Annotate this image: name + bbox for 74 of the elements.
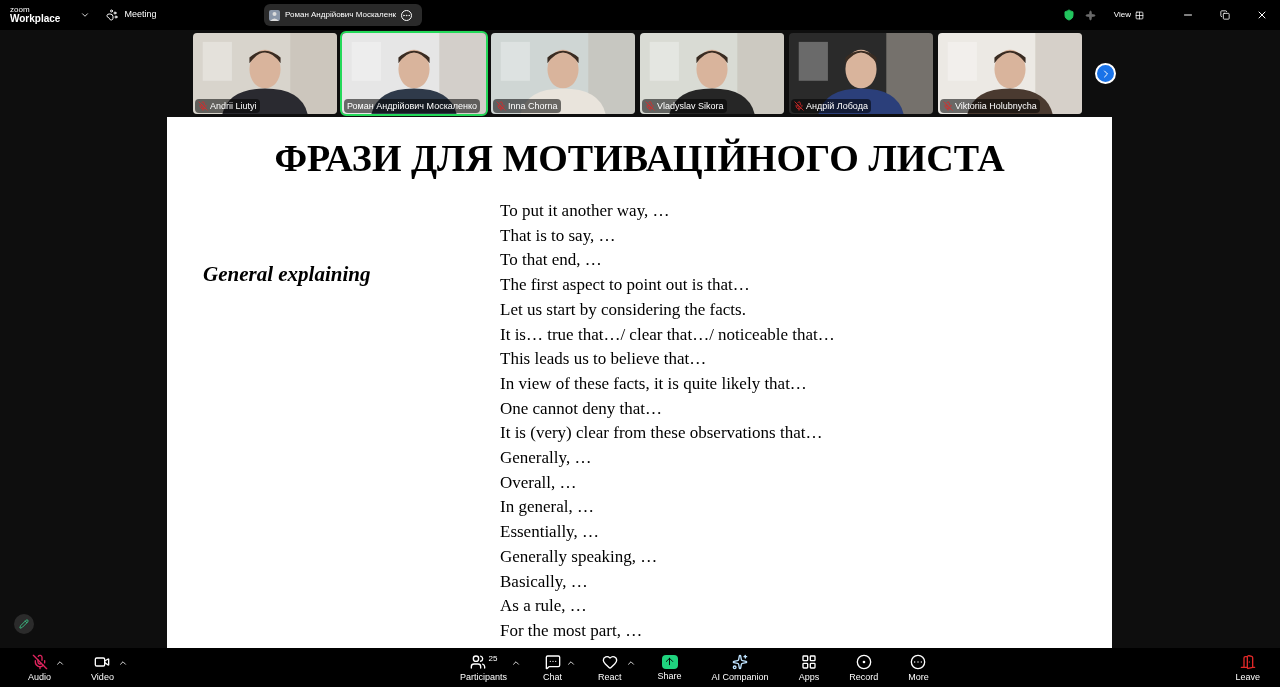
sparkle-icon[interactable]: [1084, 9, 1096, 21]
chevron-down-icon[interactable]: [80, 10, 91, 20]
record-icon: [855, 653, 872, 670]
phrase-line: Generally, …: [500, 447, 593, 470]
name-label: Андрій Лобода: [791, 99, 871, 113]
slide-title: ФРАЗИ ДЛЯ МОТИВАЦІЙНОГО ЛИСТА: [273, 139, 1006, 177]
name-label: Viktoriia Holubnycha: [940, 99, 1040, 113]
participant-tile[interactable]: Андрій Лобода: [787, 31, 935, 116]
shield-check-icon[interactable]: [1062, 9, 1075, 21]
toolbar-button[interactable]: Video: [83, 648, 122, 687]
toolbar-button[interactable]: Record: [841, 648, 887, 687]
app-logo: zoom Workplace: [10, 6, 61, 24]
phrase-line: Let us start by considering the facts.: [500, 298, 747, 321]
toolbar-button[interactable]: More: [900, 648, 937, 687]
more-icon: [910, 653, 927, 670]
pencil-icon: [19, 619, 29, 629]
active-speaker-name: Роман Андрійович Москаленк: [285, 9, 397, 21]
toolbar-button[interactable]: React: [590, 648, 630, 687]
toolbar-button[interactable]: AI Companion: [703, 648, 777, 687]
phrase-line: In view of these facts, it is quite likely that…: [500, 372, 808, 395]
next-page-button[interactable]: [1095, 63, 1116, 84]
name-label: Роман Андрійович Москаленко: [344, 99, 481, 113]
meeting-label[interactable]: Meeting: [124, 8, 157, 22]
toolbar-button[interactable]: Audio: [20, 648, 60, 687]
people-icon: [469, 653, 486, 670]
caret-icon[interactable]: [566, 658, 577, 668]
heart-icon: [601, 653, 618, 670]
phrase-line: In general, …: [500, 496, 595, 519]
phrase-line: Basically, …: [500, 570, 589, 593]
sparkle-icon: [732, 653, 749, 670]
participant-tile[interactable]: Vladyslav Sikora: [638, 31, 786, 116]
exit-door-icon: [1239, 653, 1256, 670]
caret-icon[interactable]: [117, 658, 128, 668]
participant-tile[interactable]: Viktoriia Holubnycha: [936, 31, 1084, 116]
phrase-line: It is… true that…/ clear that…/ noticeable that…: [500, 323, 835, 346]
toolbar-button[interactable]: Apps: [790, 648, 828, 687]
toolbar-button[interactable]: Share: [649, 648, 690, 687]
participant-count: 25: [488, 652, 498, 665]
caret-icon[interactable]: [55, 658, 66, 668]
participant-tile[interactable]: Andrii Liutyi: [191, 31, 339, 116]
annotate-button[interactable]: [14, 614, 34, 634]
phrase-line: One cannot deny that…: [500, 397, 663, 420]
phrase-line: Overall, …: [500, 471, 578, 494]
name-label: Inna Chorna: [493, 99, 561, 113]
meeting-icon: [106, 9, 119, 21]
phrase-line: Generally speaking, …: [500, 545, 659, 568]
grid-icon: [1135, 10, 1144, 20]
phrase-line: This leads us to believe that…: [500, 348, 708, 371]
share-screen-icon: [661, 654, 678, 669]
toolbar-button[interactable]: 25 Participants: [452, 648, 516, 687]
restore-icon[interactable]: [1220, 10, 1230, 20]
name-label: Andrii Liutyi: [195, 99, 260, 113]
caret-icon[interactable]: [625, 658, 636, 668]
avatar-icon: [269, 9, 280, 21]
participant-tile[interactable]: Inna Chorna: [489, 31, 637, 116]
phrase-line: The first aspect to point out is that…: [500, 274, 751, 297]
participant-tile[interactable]: Роман Андрійович Москаленко: [340, 31, 488, 116]
category-label: General explaining: [203, 262, 371, 286]
active-speaker-pill[interactable]: Роман Андрійович Москаленк: [264, 4, 422, 26]
view-button[interactable]: View: [1113, 9, 1144, 21]
phrase-line: For the most part, …: [500, 619, 644, 642]
chat-bubble-icon: [544, 653, 561, 670]
phrase-line: As a rule, …: [500, 595, 588, 618]
close-icon[interactable]: [1256, 9, 1268, 21]
name-label: Vladyslav Sikora: [642, 99, 727, 113]
phrase-line: It is (very) clear from these observations that…: [500, 422, 824, 445]
apps-icon: [800, 653, 817, 670]
phrase-line: To put it another way, …: [500, 200, 671, 222]
leave-button[interactable]: Leave: [1235, 653, 1260, 682]
toolbar-button[interactable]: Chat: [535, 648, 571, 687]
caret-icon[interactable]: [511, 658, 522, 668]
phrase-line: Essentially, …: [500, 521, 600, 544]
phrase-line: That is to say, …: [500, 224, 617, 247]
phrase-line: To that end, …: [500, 249, 603, 272]
